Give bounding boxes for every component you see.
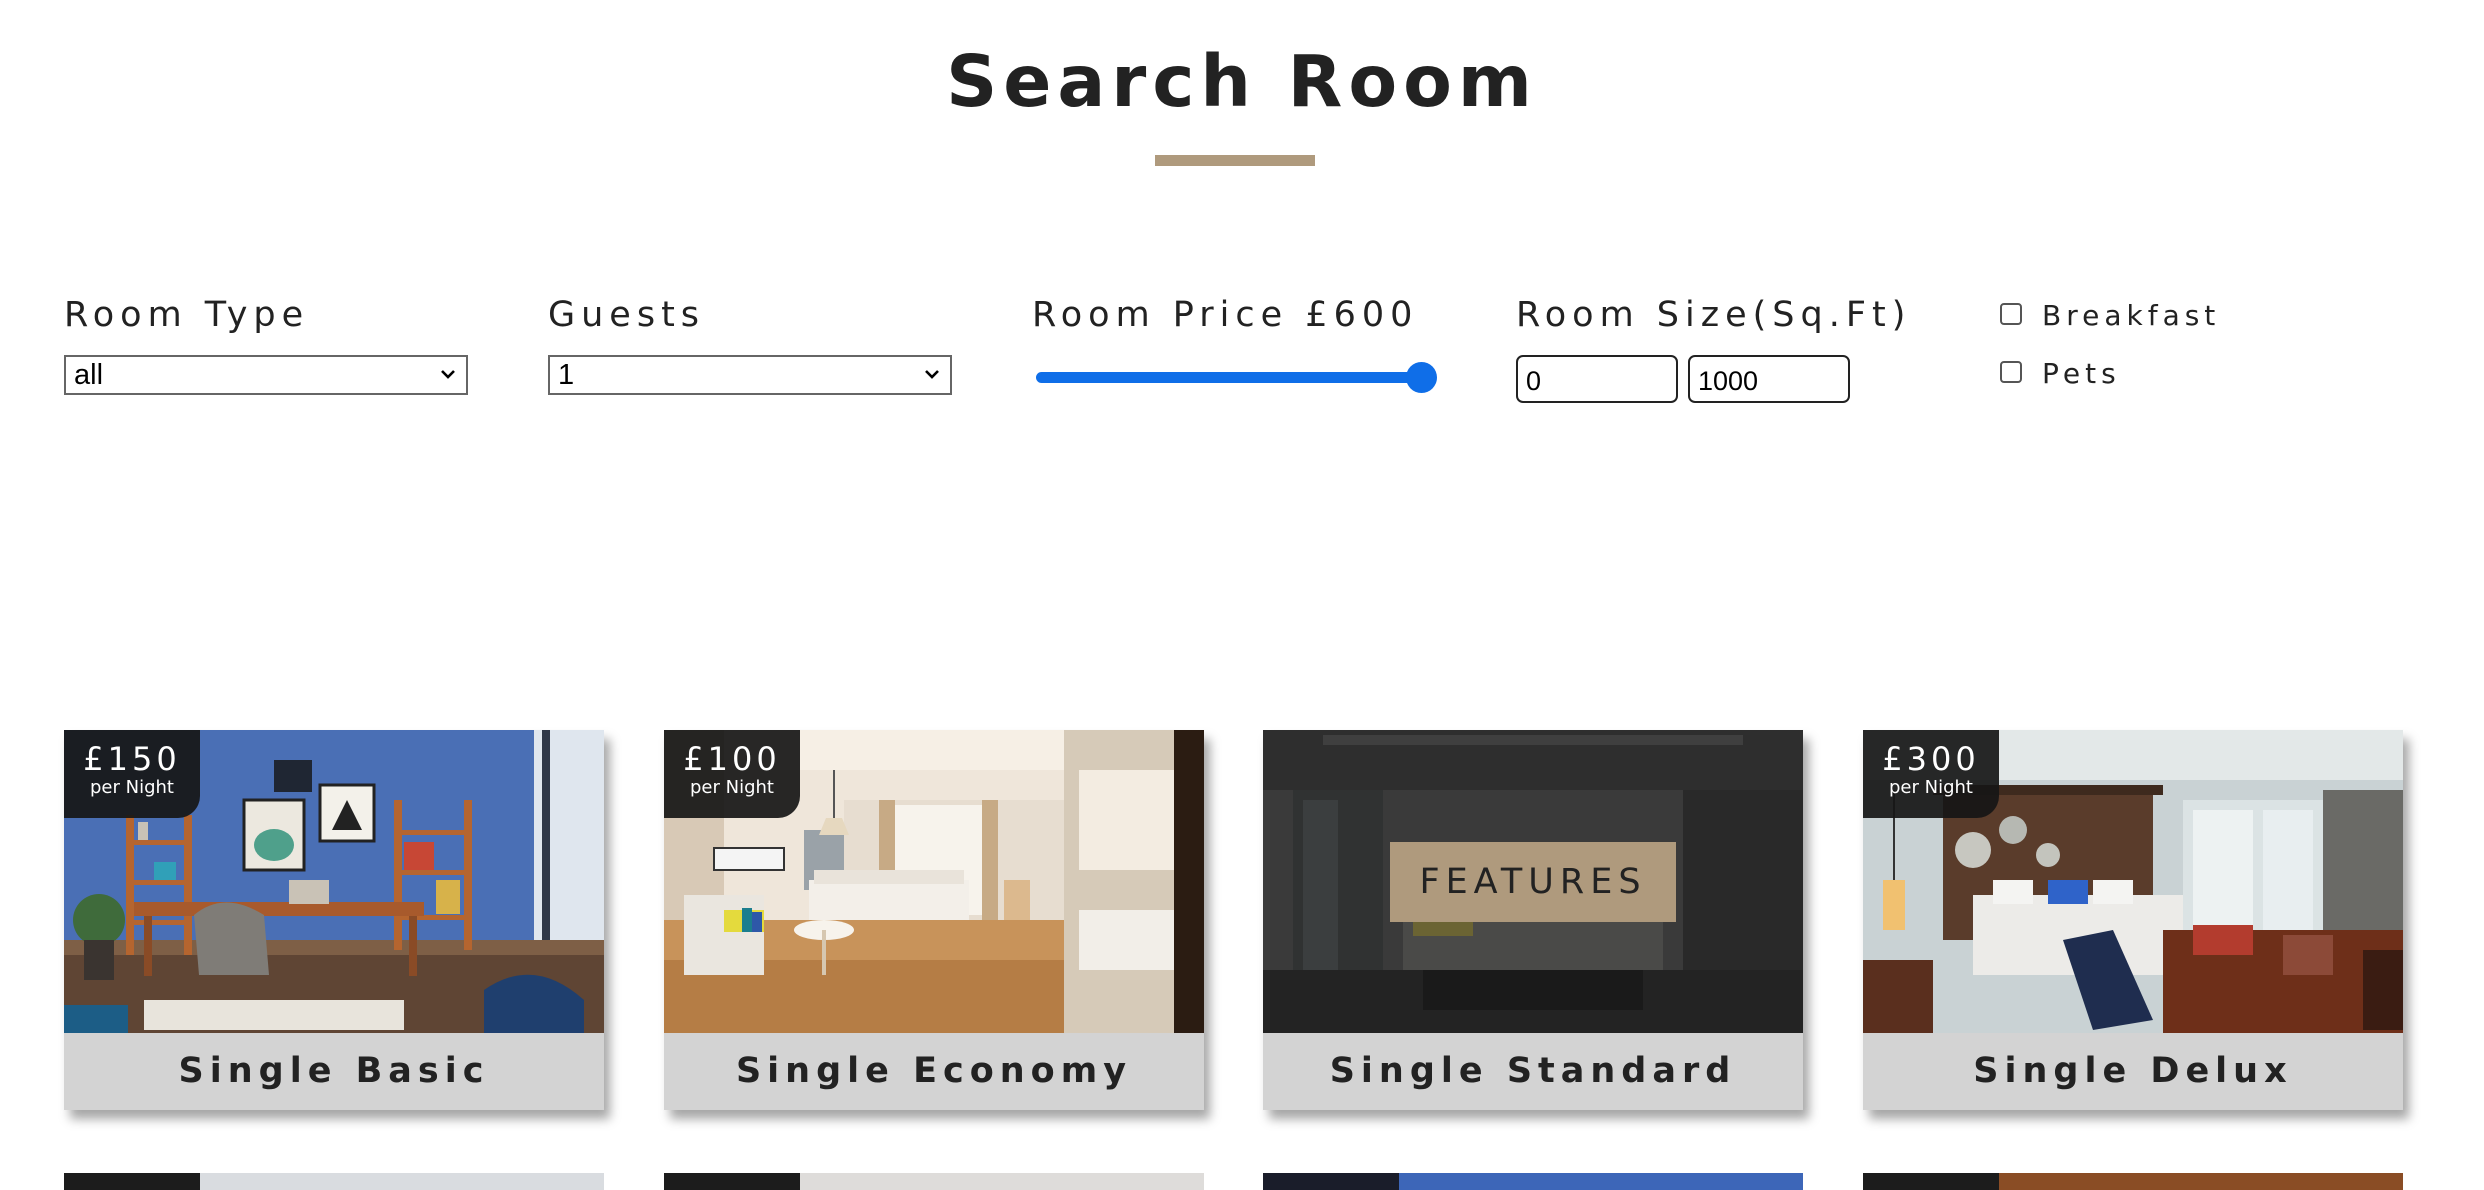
price-slider-thumb[interactable]: [1406, 362, 1437, 393]
page-title: Search Room: [946, 40, 1538, 123]
guests-label: Guests: [548, 295, 706, 335]
room-type-select[interactable]: all: [64, 355, 468, 395]
breakfast-label: Breakfast: [2042, 299, 2221, 332]
room-price: £100: [683, 740, 781, 778]
price-badge: £300 per Night: [1863, 730, 1999, 818]
room-type-label: Room Type: [64, 295, 310, 335]
room-size-label: Room Size(Sq.Ft): [1516, 295, 1912, 335]
price-badge: £150 per Night: [64, 730, 200, 818]
room-card[interactable]: £100 per Night Single Economy: [664, 730, 1204, 1110]
chevron-down-icon: [925, 370, 939, 379]
title-underline: [1155, 155, 1315, 166]
room-card-partial[interactable]: [1263, 1173, 1803, 1190]
room-type-filter: Room Type all: [64, 293, 468, 395]
room-name: Single Delux: [1973, 1051, 2293, 1091]
room-card-partial[interactable]: [64, 1173, 604, 1190]
price-badge: £100 per Night: [664, 730, 800, 818]
room-card-partial[interactable]: [664, 1173, 1204, 1190]
max-size-input[interactable]: 1000: [1688, 355, 1850, 403]
min-size-input[interactable]: 0: [1516, 355, 1678, 403]
room-price: £300: [1882, 740, 1980, 778]
price-unit: per Night: [690, 777, 774, 798]
pets-label: Pets: [2042, 357, 2121, 390]
guests-value: 1: [558, 359, 575, 391]
price-slider-track[interactable]: [1036, 372, 1428, 383]
room-photo[interactable]: £100 per Night: [664, 730, 1204, 1033]
pets-checkbox[interactable]: [2000, 361, 2022, 383]
features-button[interactable]: FEATURES: [1390, 842, 1676, 922]
price-unit: per Night: [1889, 777, 1973, 798]
room-card[interactable]: FEATURES Single Standard: [1263, 730, 1803, 1110]
breakfast-checkbox[interactable]: [2000, 303, 2022, 325]
guests-filter: Guests 1: [548, 293, 952, 395]
room-photo[interactable]: FEATURES: [1263, 730, 1803, 1033]
room-card-partial[interactable]: [1863, 1173, 2403, 1190]
room-type-value: all: [74, 359, 104, 391]
room-price-filter: Room Price £600: [1032, 293, 1442, 393]
price-unit: per Night: [90, 777, 174, 798]
room-card[interactable]: £300 per Night Single Delux: [1863, 730, 2403, 1110]
chevron-down-icon: [441, 370, 455, 379]
room-name: Single Economy: [735, 1051, 1133, 1091]
room-price-label: Room Price £600: [1032, 295, 1419, 335]
room-size-filter: Room Size(Sq.Ft) 0 1000: [1516, 293, 1912, 403]
room-card[interactable]: £150 per Night Single Basic: [64, 730, 604, 1110]
room-price: £150: [83, 740, 181, 778]
room-photo[interactable]: £150 per Night: [64, 730, 604, 1033]
room-photo[interactable]: £300 per Night: [1863, 730, 2403, 1033]
guests-select[interactable]: 1: [548, 355, 952, 395]
room-name: Single Standard: [1329, 1051, 1737, 1091]
room-name: Single Basic: [178, 1051, 490, 1091]
